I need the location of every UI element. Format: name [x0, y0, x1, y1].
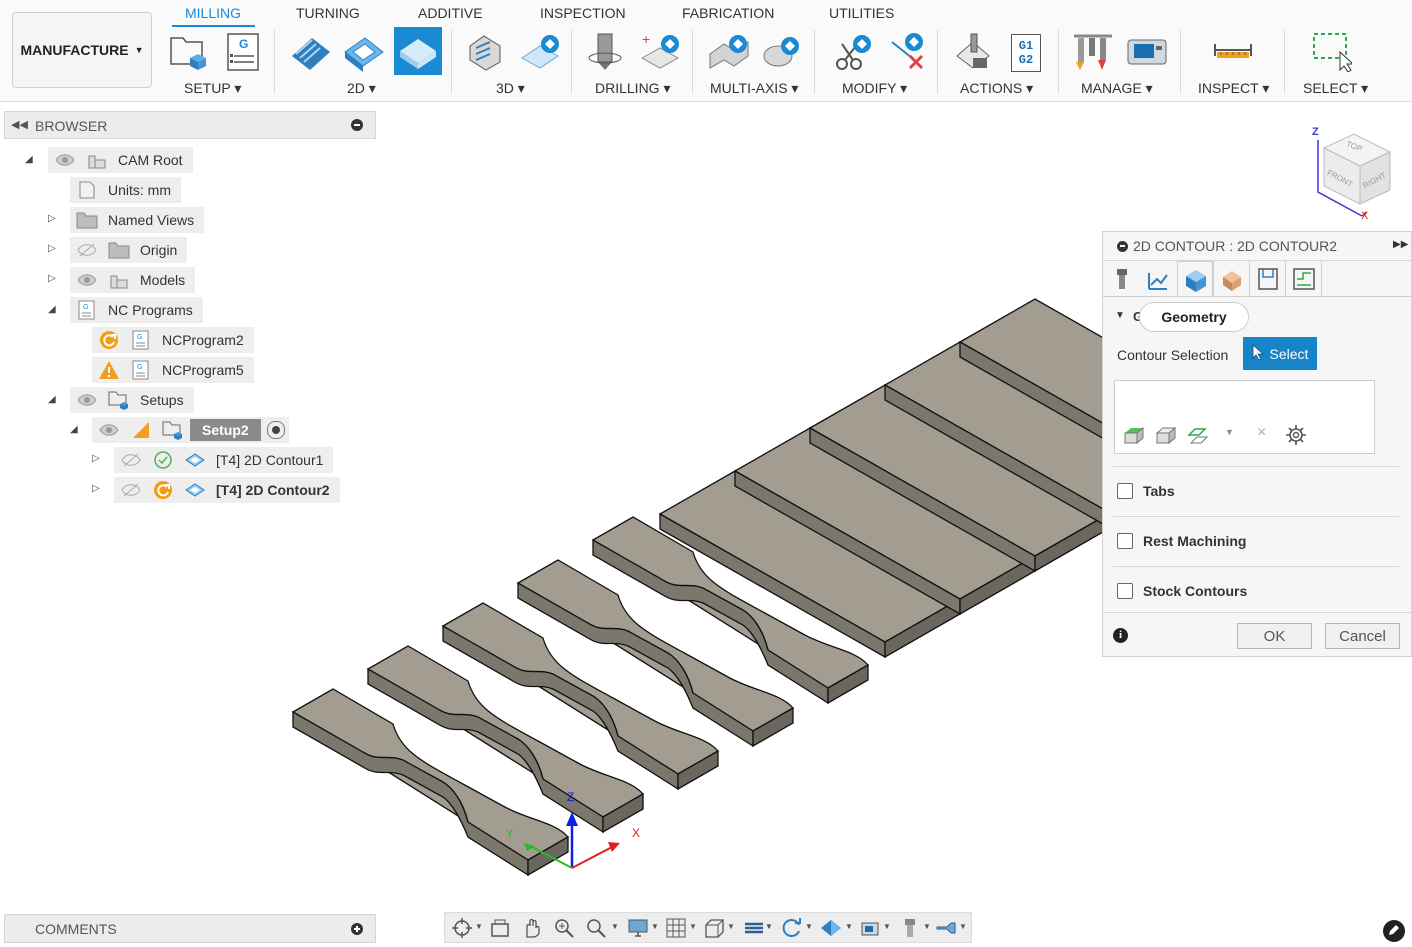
ok-button[interactable]: OK — [1237, 623, 1312, 649]
select-contours-button[interactable]: Select — [1243, 337, 1317, 370]
silhouette-icon[interactable] — [1123, 425, 1145, 448]
chevron-down-icon[interactable]: ▼ — [475, 922, 483, 931]
section-analysis-icon[interactable] — [743, 917, 765, 942]
rotate-icon[interactable] — [781, 917, 803, 942]
look-at-icon[interactable] — [489, 917, 511, 942]
display-settings-icon[interactable] — [627, 917, 649, 942]
chevron-down-icon[interactable]: ▼ — [651, 922, 659, 931]
cancel-label: Cancel — [1339, 627, 1386, 645]
divider — [1285, 261, 1286, 296]
grid-icon[interactable] — [665, 917, 687, 942]
tabs-option[interactable]: Tabs — [1117, 483, 1175, 499]
viewcube-z-label: Z — [1312, 126, 1319, 138]
select-cursor-icon — [1252, 344, 1264, 363]
chevron-down-icon[interactable]: ▼ — [765, 922, 773, 931]
chevron-down-icon[interactable]: ▼ — [845, 922, 853, 931]
divider — [1321, 261, 1322, 296]
passes-tab-icon[interactable] — [1143, 265, 1173, 293]
dialog-tab-strip — [1103, 261, 1411, 297]
chain-selection-icon[interactable] — [1187, 425, 1209, 448]
comments-panel-header[interactable]: COMMENTS — [4, 914, 376, 943]
divider — [1113, 566, 1399, 567]
fit-icon[interactable] — [585, 917, 607, 942]
visual-style-icon[interactable] — [819, 917, 843, 942]
tabs-label: Tabs — [1143, 483, 1175, 499]
geometry-section-title: Geometry — [1161, 309, 1227, 325]
tool-display-icon[interactable] — [899, 917, 921, 942]
machine-display-icon[interactable] — [935, 917, 957, 942]
rest-machining-option[interactable]: Rest Machining — [1117, 533, 1246, 549]
stock-contours-label: Stock Contours — [1143, 583, 1248, 599]
divider — [1113, 516, 1399, 517]
orbit-constrained-icon[interactable] — [451, 917, 473, 942]
chevron-down-icon[interactable]: ▼ — [805, 922, 813, 931]
expand-right-icon[interactable]: ▶▶ — [1393, 239, 1408, 250]
cancel-button[interactable]: Cancel — [1325, 623, 1400, 649]
feedback-icon[interactable] — [1383, 920, 1405, 942]
divider — [1213, 261, 1214, 296]
divider — [1249, 261, 1250, 296]
divider — [1103, 612, 1411, 613]
chevron-down-icon[interactable]: ▼ — [923, 922, 931, 931]
comments-title: COMMENTS — [35, 921, 117, 937]
viewports-icon[interactable] — [703, 917, 725, 942]
axis-y-label: Y — [506, 828, 514, 840]
linking-tab-icon[interactable] — [1253, 265, 1283, 293]
gear-icon[interactable] — [1285, 424, 1307, 449]
axis-z-label: Z — [567, 790, 575, 804]
face-contours-icon[interactable] — [1155, 425, 1177, 448]
axis-x-label: X — [632, 826, 641, 840]
divider — [1113, 466, 1399, 467]
chevron-down-icon[interactable]: ▼ — [883, 922, 891, 931]
chevron-down-icon[interactable]: ▼ — [959, 922, 967, 931]
pan-hand-icon[interactable] — [521, 917, 543, 942]
clear-selection-icon[interactable]: × — [1257, 424, 1266, 442]
viewcube-x-label: X — [1361, 210, 1369, 222]
ok-label: OK — [1263, 627, 1286, 645]
rest-machining-label: Rest Machining — [1143, 533, 1247, 549]
heights-tab-icon[interactable] — [1217, 265, 1247, 293]
stock-display-icon[interactable] — [859, 917, 881, 942]
stock-contours-checkbox[interactable] — [1117, 583, 1133, 599]
expand-plus-icon[interactable] — [351, 923, 363, 935]
post-tab-icon[interactable] — [1289, 265, 1319, 293]
2d-contour-dialog: 2D CONTOUR : 2D CONTOUR2 ▶▶ ▼ G Geometry… — [1102, 231, 1412, 657]
dialog-title-bar[interactable]: 2D CONTOUR : 2D CONTOUR2 ▶▶ — [1103, 232, 1411, 261]
viewcube[interactable]: Z X TOP FRONT RIGHT — [1310, 126, 1400, 226]
tool-tab-icon[interactable] — [1107, 265, 1137, 293]
geometry-tab-icon[interactable] — [1177, 261, 1213, 296]
chevron-down-icon[interactable]: ▼ — [1225, 427, 1234, 437]
zoom-icon[interactable] — [553, 917, 575, 942]
select-button-label: Select — [1269, 345, 1309, 362]
minimize-icon[interactable] — [1117, 241, 1128, 252]
dialog-title: 2D CONTOUR : 2D CONTOUR2 — [1133, 238, 1338, 254]
tabs-checkbox[interactable] — [1117, 483, 1133, 499]
chevron-down-icon[interactable]: ▼ — [727, 922, 735, 931]
stock-contours-option[interactable]: Stock Contours — [1117, 583, 1247, 599]
chevron-down-icon[interactable]: ▼ — [611, 922, 619, 931]
geometry-tooltip: Geometry — [1139, 302, 1249, 332]
contour-selection-label: Contour Selection — [1117, 347, 1229, 363]
info-icon[interactable]: i — [1113, 628, 1128, 643]
contour-selection-list[interactable]: ▼ × — [1114, 380, 1375, 454]
section-collapse-icon[interactable]: ▼ — [1115, 310, 1125, 321]
navigation-toolbar: ▼ ▼ ▼ ▼ ▼ ▼ ▼ ▼ ▼ ▼ ▼ — [444, 912, 972, 943]
rest-machining-checkbox[interactable] — [1117, 533, 1133, 549]
chevron-down-icon[interactable]: ▼ — [689, 922, 697, 931]
